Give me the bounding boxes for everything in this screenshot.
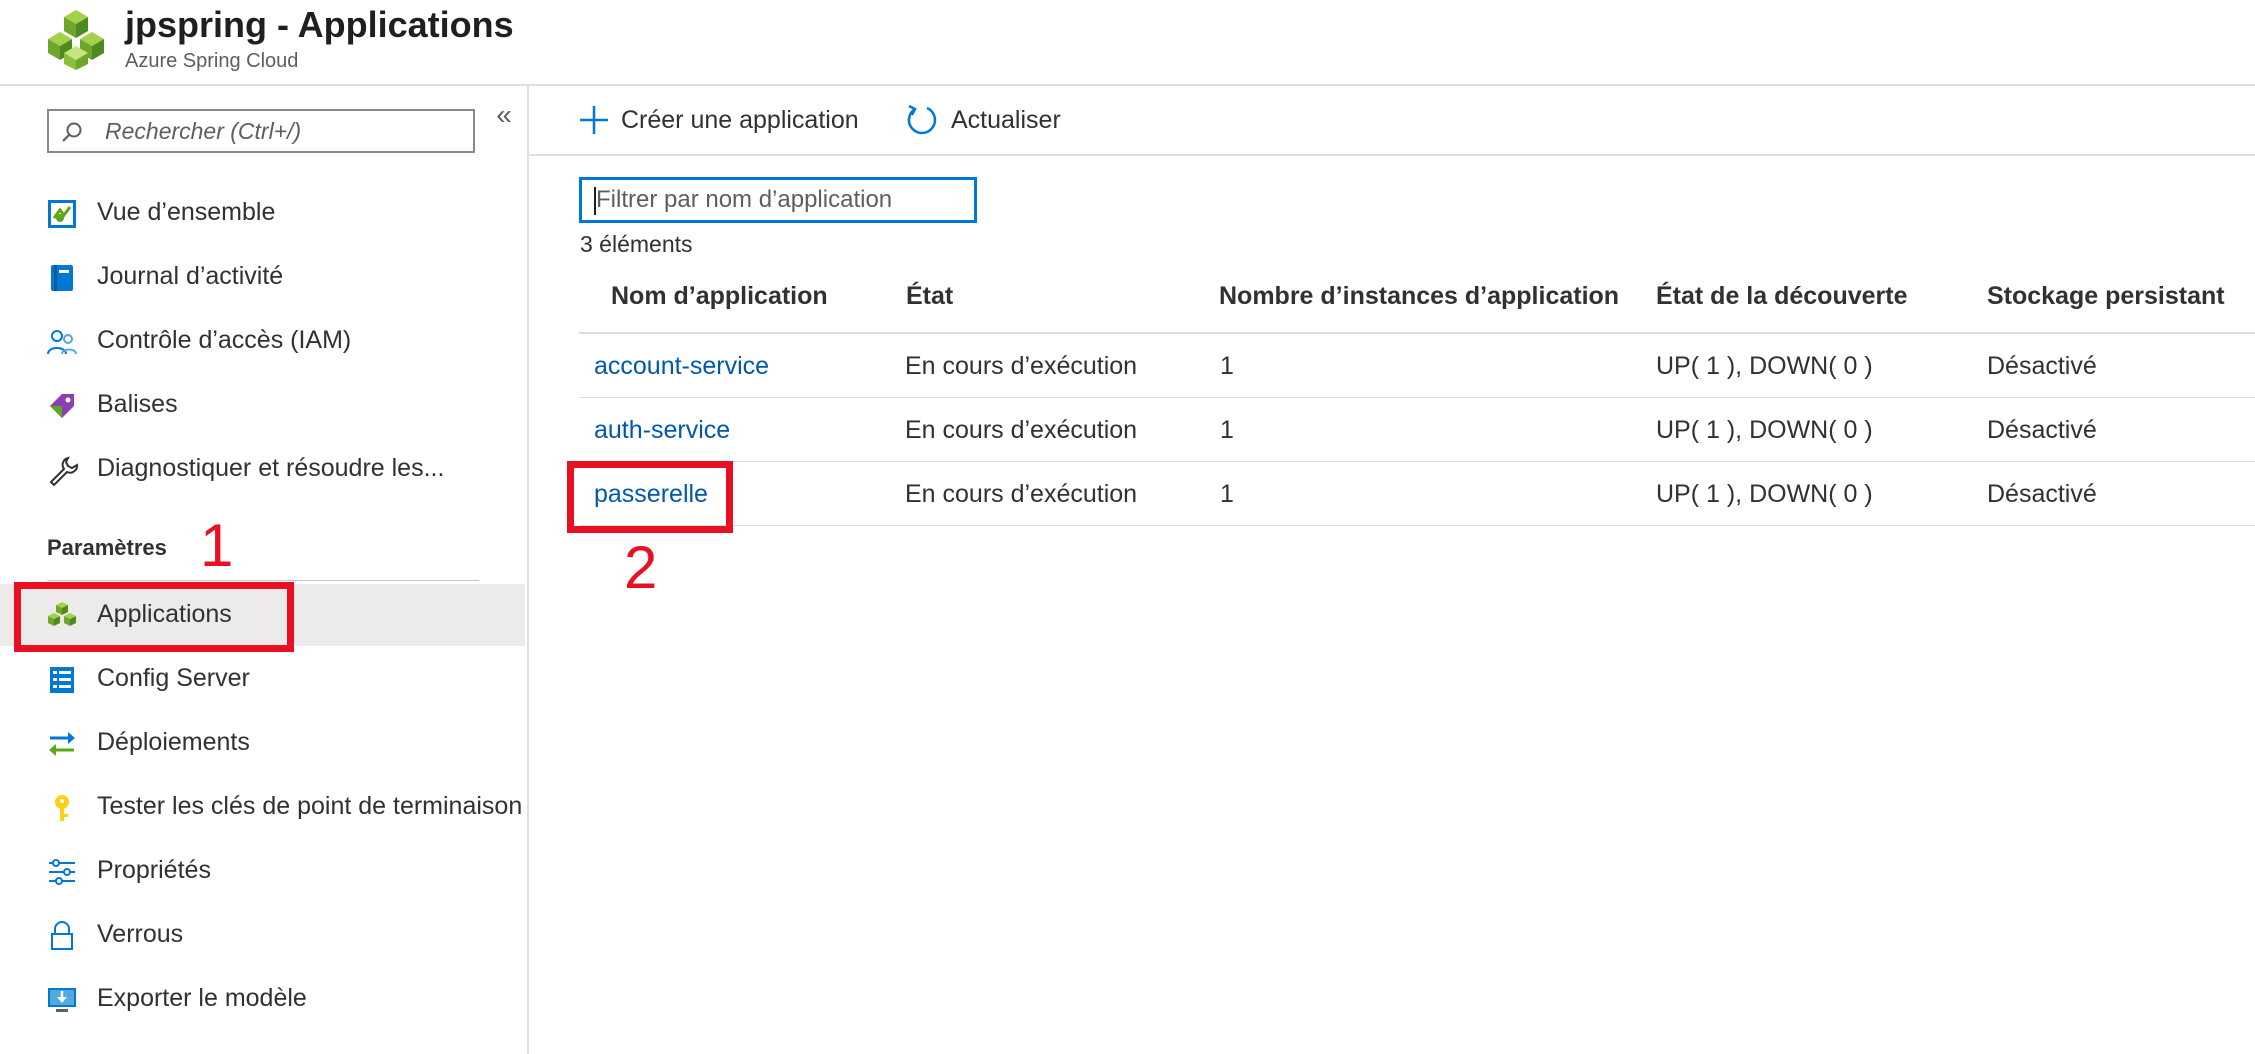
table-row[interactable]: account-service En cours d’exécution 1 U… — [579, 334, 2255, 398]
app-link-auth-service[interactable]: auth-service — [594, 416, 730, 445]
table-row[interactable]: passerelle En cours d’exécution 1 UP( 1 … — [579, 462, 2255, 526]
menu-search-box[interactable] — [47, 109, 475, 153]
sidebar-item-deployments[interactable]: Déploiements — [0, 712, 525, 774]
sidebar-item-test-keys[interactable]: Tester les clés de point de terminaison — [0, 776, 525, 838]
search-icon — [62, 122, 82, 142]
annotation-number-1: 1 — [200, 512, 234, 579]
sidebar-item-activity-log[interactable]: Journal d’activité — [0, 246, 525, 308]
app-filter-input[interactable] — [596, 185, 966, 215]
sidebar-item-label: Tester les clés de point de terminaison — [97, 792, 523, 820]
sidebar-item-locks[interactable]: Verrous — [0, 904, 525, 966]
sidebar-item-export-template[interactable]: Exporter le modèle — [0, 968, 525, 1030]
sidebar-item-label: Diagnostiquer et résoudre les... — [97, 454, 445, 482]
tag-icon — [50, 394, 74, 418]
app-instances: 1 — [1220, 480, 1234, 508]
sidebar-item-iam[interactable]: Contrôle d’accès (IAM) — [0, 310, 525, 372]
app-link-account-service[interactable]: account-service — [594, 352, 769, 381]
app-storage: Désactivé — [1987, 480, 2097, 508]
app-discovery: UP( 1 ), DOWN( 0 ) — [1656, 480, 1873, 508]
app-storage: Désactivé — [1987, 416, 2097, 444]
collapse-menu-icon[interactable]: « — [492, 100, 516, 130]
blade-header: jpspring - Applications Azure Spring Clo… — [0, 0, 2255, 86]
sidebar-item-tags[interactable]: Balises — [0, 374, 525, 436]
sidebar-item-label: Exporter le modèle — [97, 984, 307, 1012]
sidebar-item-label: Vue d’ensemble — [97, 198, 276, 226]
create-app-button[interactable]: Créer une application — [579, 102, 859, 138]
app-storage: Désactivé — [1987, 352, 2097, 380]
lock-icon — [51, 921, 73, 950]
key-icon — [55, 795, 69, 821]
column-header-state[interactable]: État — [906, 282, 953, 311]
sidebar-item-label: Journal d’activité — [97, 262, 284, 290]
annotation-number-2: 2 — [624, 534, 658, 601]
app-filter-box[interactable] — [579, 177, 977, 223]
sidebar-item-properties[interactable]: Propriétés — [0, 840, 525, 902]
azure-spring-cloud-logo — [48, 10, 104, 70]
plus-icon — [580, 106, 608, 134]
sidebar-item-label: Config Server — [97, 664, 250, 692]
deployments-icon — [49, 732, 75, 756]
annotation-box-applications — [14, 582, 294, 652]
config-server-icon — [50, 667, 74, 693]
column-header-storage[interactable]: Stockage persistant — [1987, 282, 2225, 311]
refresh-label: Actualiser — [951, 105, 1061, 134]
sidebar-item-overview[interactable]: Vue d’ensemble — [0, 182, 525, 244]
section-divider — [47, 580, 479, 581]
page-title: jpspring - Applications — [125, 4, 514, 45]
app-discovery: UP( 1 ), DOWN( 0 ) — [1656, 416, 1873, 444]
command-bar: Créer une application Actualiser — [529, 84, 2255, 156]
page-subtitle: Azure Spring Cloud — [125, 50, 299, 72]
app-instances: 1 — [1220, 416, 1234, 444]
app-state: En cours d’exécution — [905, 480, 1138, 508]
app-state: En cours d’exécution — [905, 352, 1138, 380]
sidebar-item-label: Propriétés — [97, 856, 211, 884]
column-header-instances[interactable]: Nombre d’instances d’application — [1219, 282, 1619, 311]
iam-icon — [47, 330, 77, 355]
app-discovery: UP( 1 ), DOWN( 0 ) — [1656, 352, 1873, 380]
export-template-icon — [48, 988, 76, 1012]
search-input[interactable] — [105, 115, 465, 147]
sidebar-item-label: Balises — [97, 390, 178, 418]
properties-icon — [49, 859, 75, 885]
section-title-settings: Paramètres — [47, 535, 167, 560]
refresh-button[interactable]: Actualiser — [905, 102, 1061, 138]
resource-menu: « Vue d’ensemble Journal d’activité Cont… — [0, 84, 529, 1054]
wrench-icon — [49, 456, 78, 486]
sidebar-item-config-server[interactable]: Config Server — [0, 648, 525, 710]
app-state: En cours d’exécution — [905, 416, 1138, 444]
overview-icon — [48, 200, 76, 228]
apps-grid-header: Nom d’application État Nombre d’instance… — [579, 272, 2255, 334]
sidebar-item-diagnose[interactable]: Diagnostiquer et résoudre les... — [0, 438, 525, 500]
refresh-icon — [907, 104, 937, 135]
annotation-box-passerelle — [567, 461, 733, 533]
sidebar-item-label: Déploiements — [97, 728, 250, 756]
column-header-name[interactable]: Nom d’application — [611, 282, 828, 311]
column-header-discovery[interactable]: État de la découverte — [1656, 282, 1907, 311]
sidebar-item-label: Verrous — [97, 920, 184, 948]
create-app-label: Créer une application — [621, 105, 859, 134]
table-row[interactable]: auth-service En cours d’exécution 1 UP( … — [579, 398, 2255, 462]
activity-log-icon — [51, 265, 73, 291]
app-instances: 1 — [1220, 352, 1234, 380]
sidebar-item-label: Contrôle d’accès (IAM) — [97, 326, 352, 354]
item-count: 3 éléments — [580, 231, 693, 257]
